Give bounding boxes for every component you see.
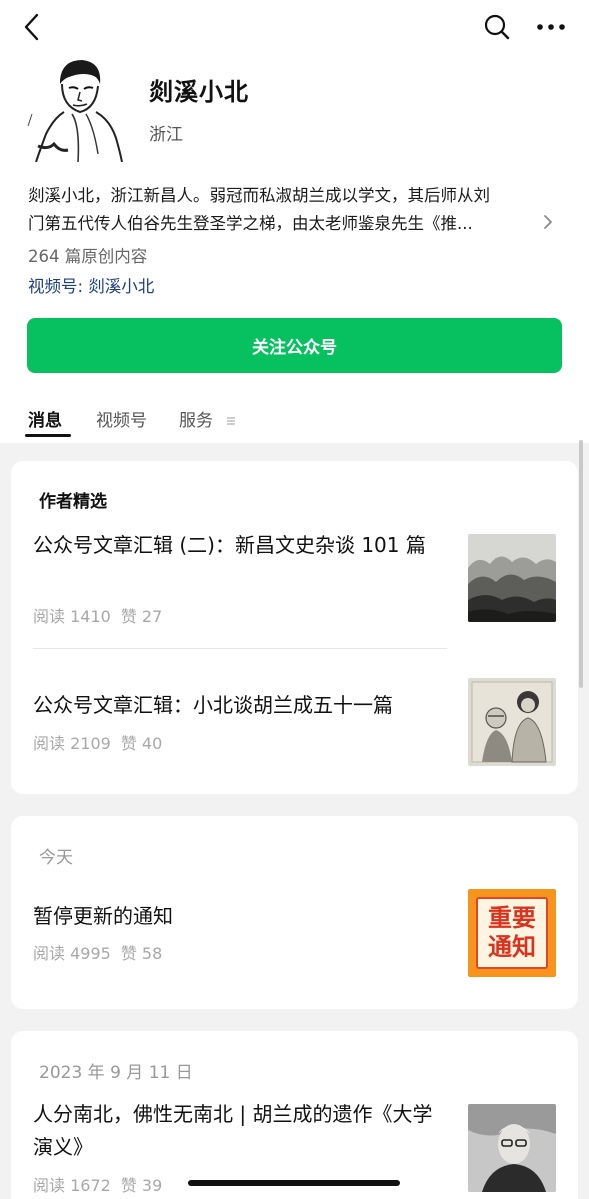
article-thumbnail[interactable] bbox=[468, 534, 556, 622]
original-count: 264 篇原创内容 bbox=[28, 247, 148, 266]
landscape-painting-image bbox=[468, 534, 556, 622]
read-count: 阅读 4995 bbox=[33, 944, 111, 963]
account-name: 剡溪小北 bbox=[149, 78, 249, 106]
avatar[interactable] bbox=[24, 54, 128, 162]
portrait-photo-image bbox=[468, 1104, 556, 1192]
account-page: 剡溪小北 浙江 剡溪小北，浙江新昌人。弱冠而私淑胡兰成以学文，其后师从刘 门第五… bbox=[0, 0, 589, 1199]
dated-card: 2023 年 9 月 11 日 人分南北，佛性无南北 | 胡兰成的遗作《大学演义… bbox=[11, 1031, 578, 1199]
tab-messages[interactable]: 消息 bbox=[28, 406, 62, 431]
back-button[interactable] bbox=[18, 10, 48, 44]
article-thumbnail[interactable] bbox=[468, 1104, 556, 1192]
article-title[interactable]: 人分南北，佛性无南北 | 胡兰成的遗作《大学演义》 bbox=[33, 1098, 448, 1164]
like-count: 赞 27 bbox=[120, 607, 163, 626]
notice-line-2: 通知 bbox=[488, 933, 536, 961]
section-date: 今天 bbox=[39, 848, 73, 868]
top-bar bbox=[0, 0, 589, 56]
section-date: 2023 年 9 月 11 日 bbox=[39, 1063, 193, 1083]
read-count: 阅读 2109 bbox=[33, 734, 111, 753]
article-title[interactable]: 公众号文章汇辑：小北谈胡兰成五十一篇 bbox=[33, 689, 448, 722]
article-stats: 阅读 4995 赞 58 bbox=[33, 940, 162, 964]
menu-lines-icon bbox=[226, 411, 236, 425]
active-tab-indicator bbox=[25, 434, 71, 437]
read-count: 阅读 1672 bbox=[33, 1176, 111, 1195]
article-stats: 阅读 1672 赞 39 bbox=[33, 1172, 162, 1196]
article-thumbnail[interactable]: 重要 通知 bbox=[468, 889, 556, 977]
search-icon bbox=[484, 14, 510, 40]
read-count: 阅读 1410 bbox=[33, 607, 111, 626]
article-thumbnail[interactable] bbox=[468, 678, 556, 766]
today-card: 今天 暂停更新的通知 阅读 4995 赞 58 重要 通知 bbox=[11, 816, 578, 1009]
more-dots-icon bbox=[537, 24, 565, 30]
like-count: 赞 39 bbox=[120, 1176, 163, 1195]
notice-line-1: 重要 bbox=[488, 904, 536, 932]
bio-line-2: 门第五代传人伯谷先生登圣学之梯，由太老师鉴泉先生《推... bbox=[28, 214, 473, 233]
chevron-right-icon[interactable] bbox=[540, 212, 556, 232]
chevron-left-icon bbox=[24, 13, 39, 41]
bio-line-1: 剡溪小北，浙江新昌人。弱冠而私淑胡兰成以学文，其后师从刘 bbox=[28, 186, 490, 205]
more-button[interactable] bbox=[533, 12, 569, 42]
article-title[interactable]: 公众号文章汇辑 (二)：新昌文史杂谈 101 篇 bbox=[33, 529, 448, 562]
search-button[interactable] bbox=[481, 11, 513, 43]
featured-card: 作者精选 公众号文章汇辑 (二)：新昌文史杂谈 101 篇 阅读 1410 赞 2… bbox=[11, 461, 578, 794]
scrollbar[interactable] bbox=[579, 440, 583, 688]
article-title[interactable]: 暂停更新的通知 bbox=[33, 900, 448, 933]
article-stats: 阅读 2109 赞 40 bbox=[33, 730, 162, 754]
like-count: 赞 58 bbox=[120, 944, 163, 963]
featured-title: 作者精选 bbox=[39, 492, 107, 512]
divider bbox=[33, 648, 447, 649]
channel-link[interactable]: 视频号: 剡溪小北 bbox=[28, 273, 154, 297]
tab-channels[interactable]: 视频号 bbox=[96, 406, 147, 431]
article-stats: 阅读 1410 赞 27 bbox=[33, 603, 162, 627]
account-bio[interactable]: 剡溪小北，浙江新昌人。弱冠而私淑胡兰成以学文，其后师从刘 门第五代传人伯谷先生登… bbox=[28, 182, 558, 238]
tab-bar: 消息 视频号 服务 bbox=[0, 400, 589, 440]
portrait-sketch-image bbox=[24, 54, 128, 162]
like-count: 赞 40 bbox=[120, 734, 163, 753]
old-couple-photo-image bbox=[468, 678, 556, 766]
account-region: 浙江 bbox=[149, 125, 183, 145]
home-indicator[interactable] bbox=[188, 1180, 400, 1186]
tab-services[interactable]: 服务 bbox=[179, 406, 213, 431]
follow-button[interactable]: 关注公众号 bbox=[27, 318, 562, 373]
